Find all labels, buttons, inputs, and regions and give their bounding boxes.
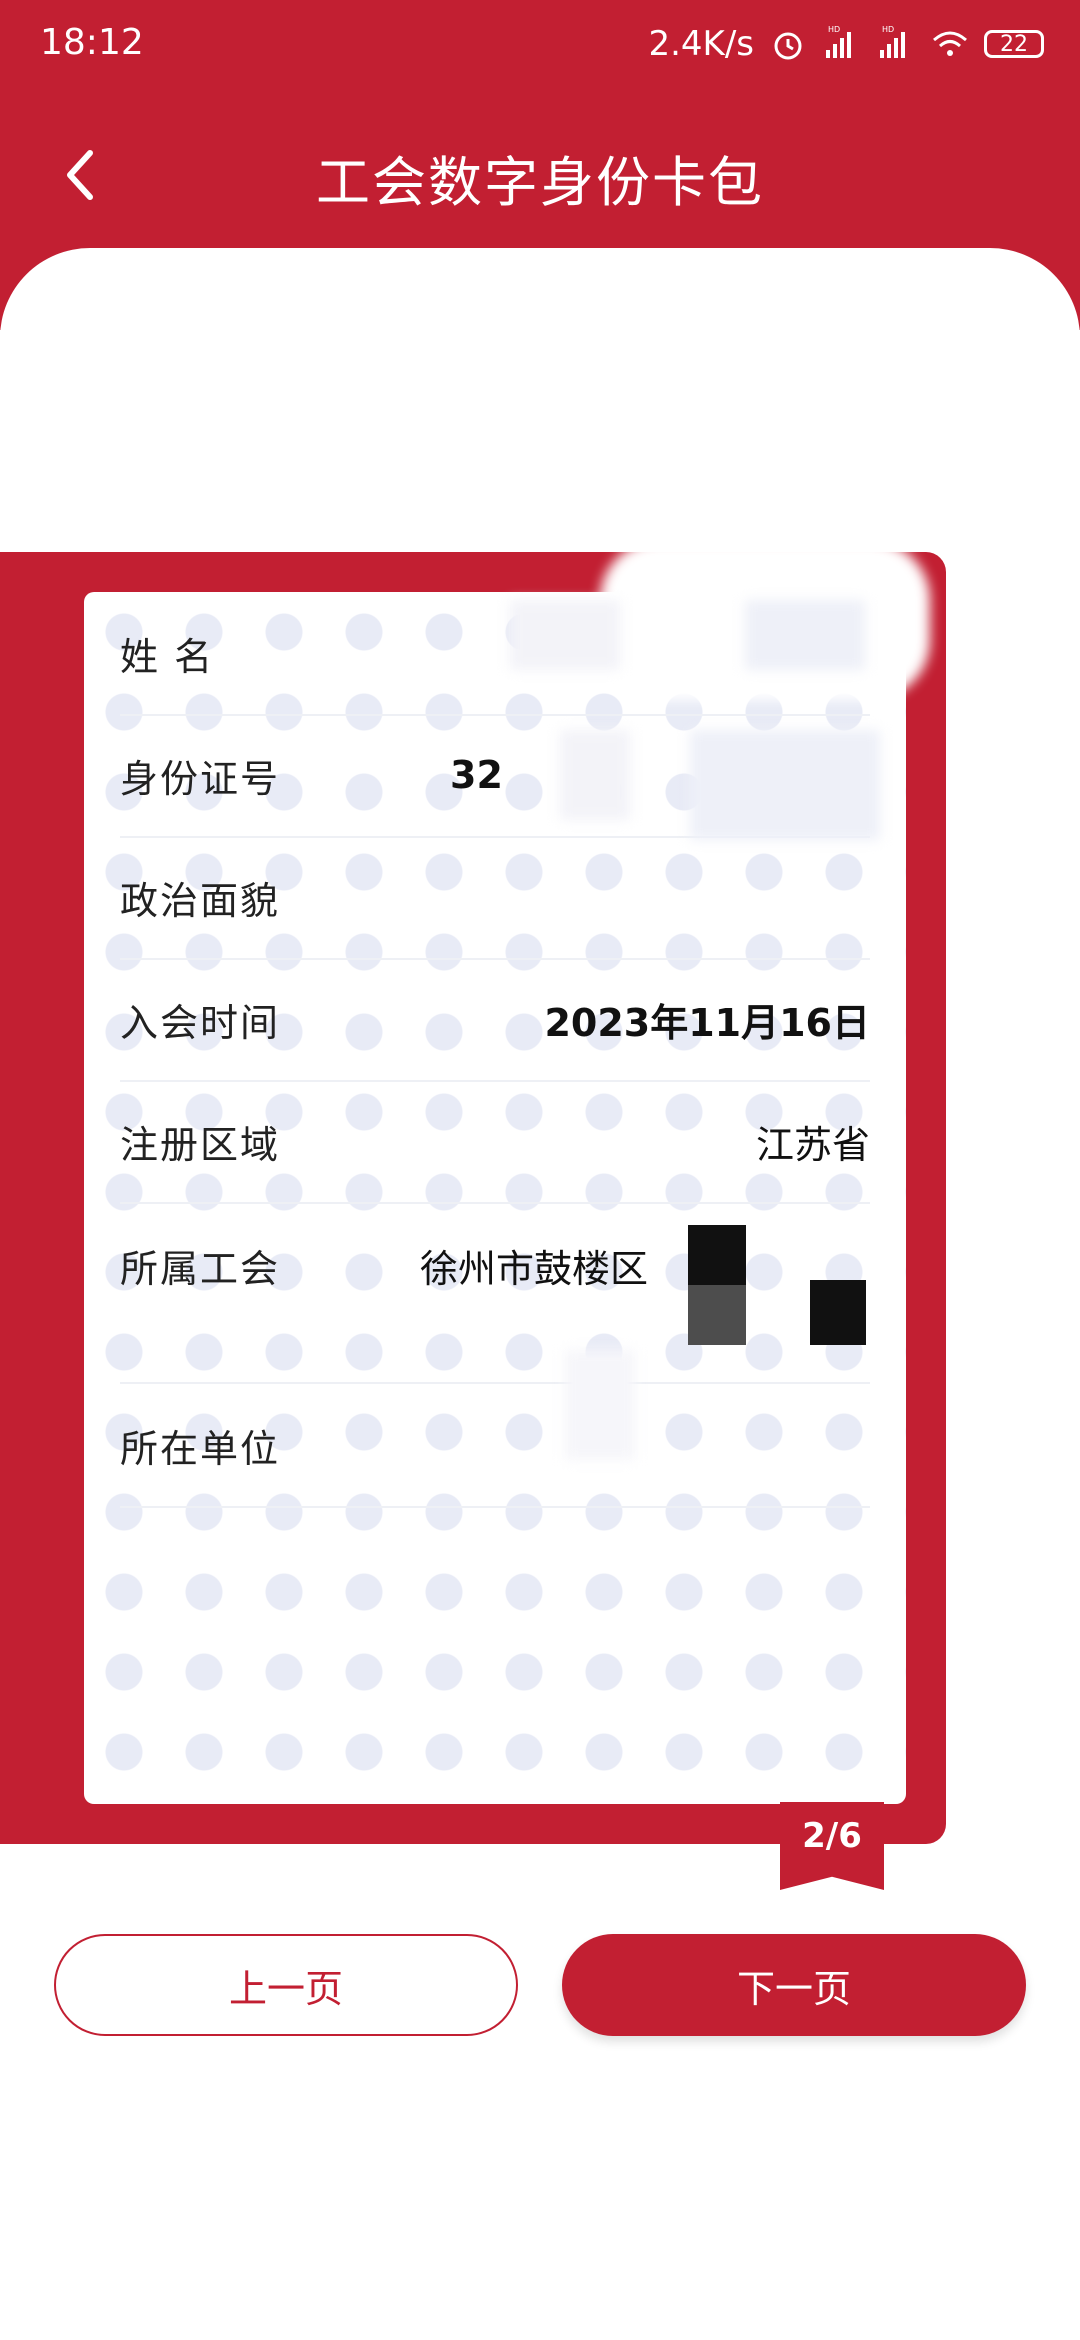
alarm-icon	[768, 24, 808, 64]
row-label: 注册区域	[120, 1122, 281, 1167]
row-label: 所在单位	[120, 1426, 281, 1471]
row-label: 入会时间	[120, 1000, 281, 1045]
redaction-blur	[510, 600, 620, 670]
row-value: 32	[450, 753, 503, 797]
row-value: 2023年11月16日	[544, 1000, 870, 1045]
redaction-blur	[690, 730, 880, 840]
card-row-workplace: 所在单位	[120, 1384, 870, 1508]
battery-icon: 22	[984, 30, 1044, 58]
row-label: 身份证号	[120, 756, 281, 801]
redaction-blur	[565, 1350, 635, 1460]
redaction-blur	[745, 600, 865, 670]
row-label: 所属工会	[120, 1247, 281, 1291]
redaction-blur	[560, 730, 630, 820]
hd-signal-icon: HD	[822, 24, 862, 64]
card-row-political-status: 政治面貌	[120, 836, 870, 960]
hd-signal-icon: HD	[876, 24, 916, 64]
card-row-region: 注册区域 江苏省	[120, 1080, 870, 1204]
redaction-block	[688, 1225, 746, 1285]
row-value: 徐州市鼓楼区	[420, 1247, 649, 1291]
svg-text:HD: HD	[828, 25, 840, 34]
prev-page-button[interactable]: 上一页	[54, 1934, 518, 2036]
status-time: 18:12	[40, 22, 144, 63]
wifi-icon	[930, 24, 970, 64]
row-value: 江苏省	[755, 1122, 870, 1167]
redaction-block	[810, 1280, 866, 1345]
redaction-block	[688, 1285, 746, 1345]
next-page-button[interactable]: 下一页	[562, 1934, 1026, 2036]
network-speed: 2.4K/s	[648, 24, 754, 64]
row-label: 姓 名	[120, 634, 215, 679]
page-title: 工会数字身份卡包	[316, 151, 764, 214]
status-bar: 18:12 2.4K/s HD HD 22	[0, 0, 1080, 90]
card-row-union: 所属工会 徐州市鼓楼区	[120, 1202, 870, 1384]
nav-bar: 工会数字身份卡包	[0, 120, 1080, 230]
card-row-join-date: 入会时间 2023年11月16日	[120, 958, 870, 1082]
row-label: 政治面貌	[120, 878, 281, 923]
svg-text:HD: HD	[882, 25, 894, 34]
status-icons: 2.4K/s HD HD 22	[648, 20, 1044, 68]
